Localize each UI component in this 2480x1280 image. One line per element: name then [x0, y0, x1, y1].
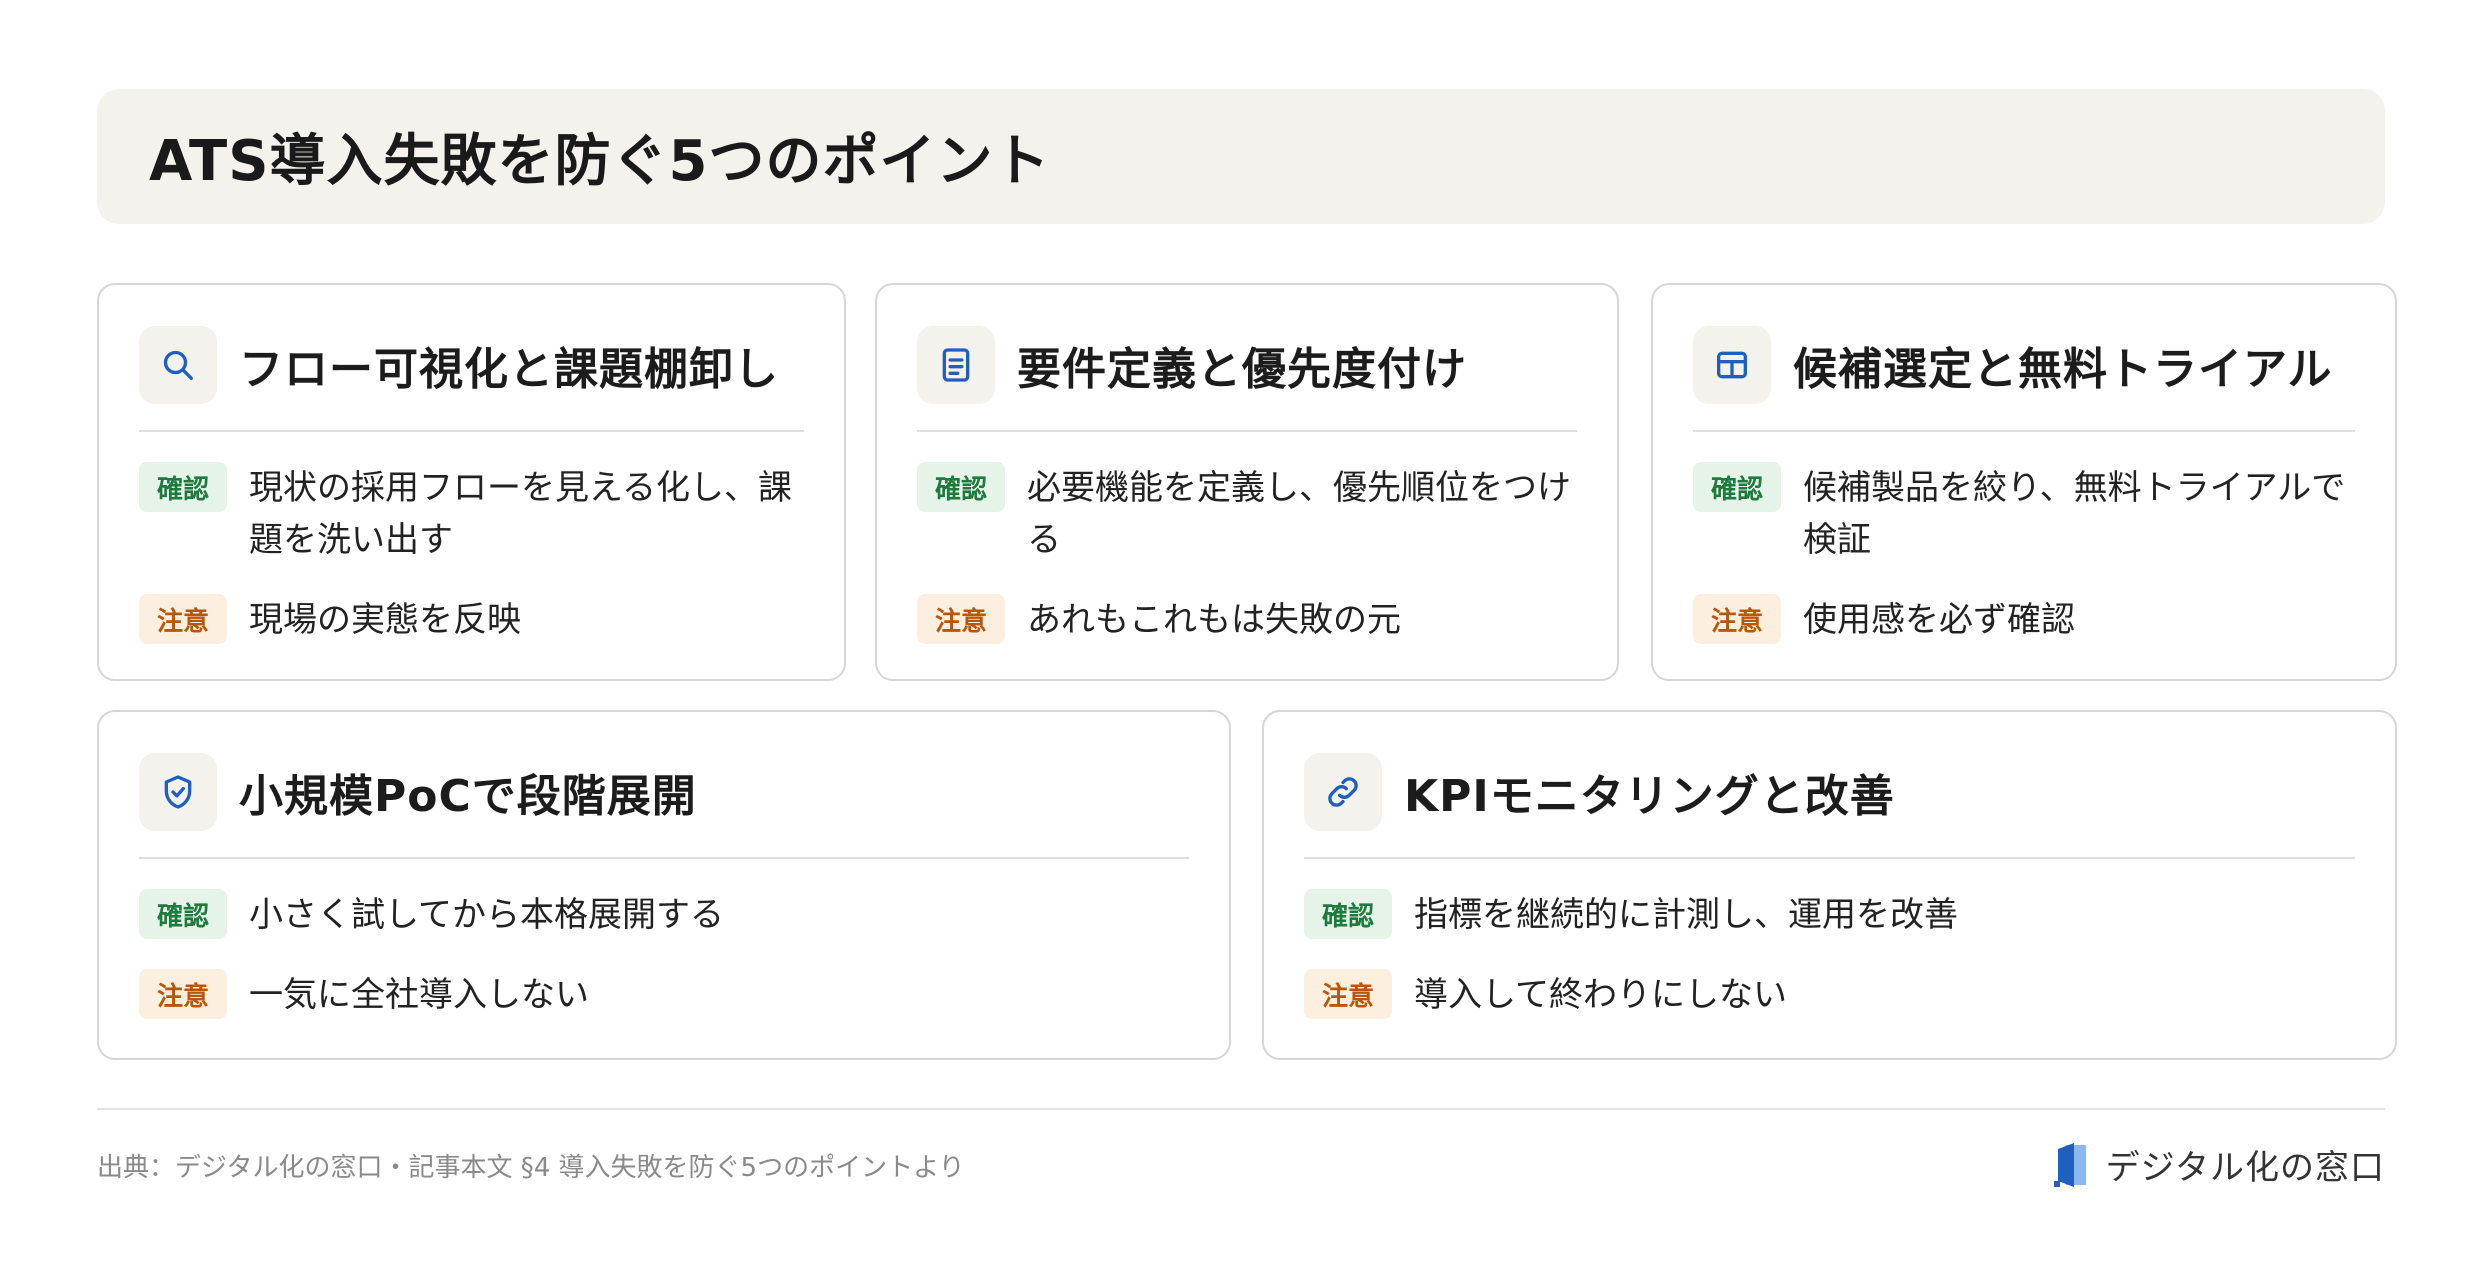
search-icon	[139, 326, 217, 404]
card-title: 候補選定と無料トライアル	[1793, 344, 2333, 395]
link-icon	[1304, 753, 1382, 831]
divider	[917, 430, 1577, 432]
card-title: KPIモニタリングと改善	[1404, 771, 1895, 822]
warning-badge: 注意	[917, 594, 1005, 644]
check-badge: 確認	[1304, 889, 1392, 939]
divider	[1693, 430, 2355, 432]
infographic-page: ATS導入失敗を防ぐ5つのポイント フロー可視化と課題棚卸し 確認 現状の採用フ…	[0, 0, 2480, 1280]
point-card-1: フロー可視化と課題棚卸し 確認 現状の採用フローを見える化し、課題を洗い出す 注…	[97, 283, 846, 681]
warning-badge: 注意	[1693, 594, 1781, 644]
check-text: 指標を継続的に計測し、運用を改善	[1414, 895, 1958, 935]
brand-name: デジタル化の窓口	[2105, 1148, 2385, 1188]
check-badge: 確認	[139, 462, 227, 512]
brand-logo: デジタル化の窓口	[2052, 1140, 2385, 1189]
check-text: 必要機能を定義し、優先順位をつける	[1027, 468, 1571, 560]
warning-badge: 注意	[1304, 969, 1392, 1019]
shield-check-icon	[139, 753, 217, 831]
check-text: 現状の採用フローを見える化し、課題を洗い出す	[249, 468, 792, 560]
footer-divider	[97, 1108, 2385, 1110]
check-text: 候補製品を絞り、無料トライアルで検証	[1803, 468, 2346, 560]
point-card-5: KPIモニタリングと改善 確認 指標を継続的に計測し、運用を改善 注意 導入して…	[1262, 710, 2397, 1060]
check-badge: 確認	[139, 889, 227, 939]
divider	[139, 430, 804, 432]
check-text: 小さく試してから本格展開する	[249, 895, 724, 935]
document-icon	[917, 326, 995, 404]
title-banner: ATS導入失敗を防ぐ5つのポイント	[97, 89, 2385, 224]
divider	[1304, 857, 2355, 859]
card-title: 小規模PoCで段階展開	[239, 771, 697, 822]
warning-text: 使用感を必ず確認	[1803, 600, 2075, 640]
warning-badge: 注意	[139, 969, 227, 1019]
source-note: 出典：デジタル化の窓口・記事本文 §4 導入失敗を防ぐ5つのポイントより	[97, 1153, 965, 1183]
warning-text: あれもこれもは失敗の元	[1027, 600, 1401, 640]
page-title: ATS導入失敗を防ぐ5つのポイント	[149, 129, 1051, 194]
divider	[139, 857, 1189, 859]
point-card-3: 候補選定と無料トライアル 確認 候補製品を絞り、無料トライアルで検証 注意 使用…	[1651, 283, 2397, 681]
window-logo-icon	[2052, 1141, 2092, 1189]
warning-badge: 注意	[139, 594, 227, 644]
warning-text: 一気に全社導入しない	[249, 975, 589, 1015]
card-title: フロー可視化と課題棚卸し	[239, 344, 779, 395]
point-card-4: 小規模PoCで段階展開 確認 小さく試してから本格展開する 注意 一気に全社導入…	[97, 710, 1231, 1060]
warning-text: 導入して終わりにしない	[1414, 975, 1787, 1015]
check-badge: 確認	[1693, 462, 1781, 512]
warning-text: 現場の実態を反映	[249, 600, 521, 640]
check-badge: 確認	[917, 462, 1005, 512]
point-card-2: 要件定義と優先度付け 確認 必要機能を定義し、優先順位をつける 注意 あれもこれ…	[875, 283, 1619, 681]
table-icon	[1693, 326, 1771, 404]
card-title: 要件定義と優先度付け	[1017, 344, 1467, 395]
